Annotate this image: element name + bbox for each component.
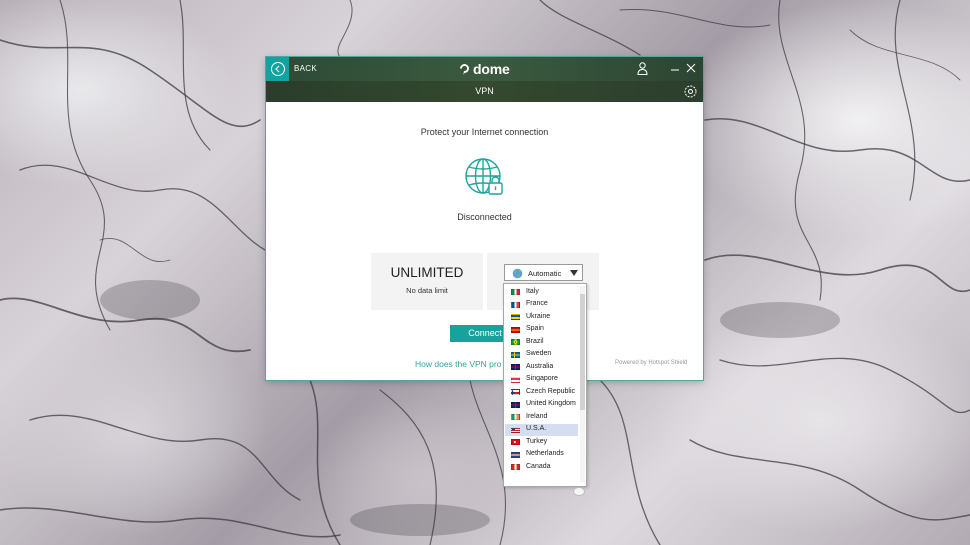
globe-lock-icon [465,158,503,195]
dropdown-item[interactable]: Australia [505,361,578,373]
dropdown-item[interactable]: Ukraine [505,311,578,323]
dropdown-item[interactable]: Sweden [505,349,578,361]
dropdown-item[interactable]: Ireland [505,411,578,423]
dropdown-item[interactable]: Brazil [505,336,578,348]
plan-subtitle: No data limit [406,286,448,295]
protect-heading: Protect your Internet connection [420,127,549,137]
dropdown-item-label: Canada [526,462,551,470]
dropdown-item-label: U.S.A. [526,425,547,432]
brand-logo: dome [459,61,510,77]
dome-logo-icon [460,64,469,75]
turkey-flag-icon [511,439,520,445]
sweden-flag-icon [511,351,520,358]
help-link[interactable]: How does the VPN pro [415,359,501,369]
dropdown-item-label: Ireland [526,412,548,420]
dropdown-item[interactable]: U.S.A. [505,423,578,436]
ireland-flag-icon [511,414,520,420]
canada-flag-icon [511,464,520,470]
close-icon[interactable] [685,62,697,74]
resize-handle[interactable] [573,487,585,496]
uk-flag-icon [511,401,520,408]
plan-title: UNLIMITED [390,265,464,280]
section-bar: VPN [266,81,703,102]
location-value: Automatic [528,269,562,278]
dropdown-item[interactable]: Czech Republic [505,386,578,398]
spain-flag-icon [511,326,520,333]
dropdown-item-label: Turkey [526,437,548,445]
usa-flag-icon [511,426,520,433]
section-title: VPN [475,86,494,96]
dropdown-item-label: France [526,300,548,307]
dropdown-item[interactable]: Italy [505,286,578,298]
dropdown-item-label: Australia [526,362,554,370]
dropdown-item-label: Czech Republic [526,387,576,395]
connection-status: Disconnected [457,212,512,222]
scroll-thumb[interactable] [580,294,585,410]
back-label[interactable]: BACK [294,64,317,73]
italy-flag-icon [511,289,520,295]
singapore-flag-icon [511,376,520,383]
brazil-flag-icon [511,339,520,345]
back-arrow-icon [270,62,285,76]
dropdown-item-label: Brazil [526,337,544,345]
dropdown-item[interactable]: United Kingdom [505,399,578,411]
dropdown-item[interactable]: Spain [505,324,578,336]
minimize-icon[interactable] [670,62,680,74]
dropdown-item[interactable]: France [505,299,578,311]
ukraine-flag-icon [511,314,520,320]
location-select[interactable]: Automatic [504,264,583,281]
settings-gear-icon[interactable] [683,84,698,99]
dropdown-item-label: Netherlands [526,450,564,457]
globe-icon [512,268,523,279]
title-bar: BACK dome [266,57,703,81]
location-dropdown-list: Italy France Ukraine Spain Brazil Sweden Austr… [503,283,587,487]
dropdown-item-label: Italy [526,287,539,295]
dropdown-item-label: Sweden [526,350,552,357]
czech-flag-icon [511,389,520,395]
dropdown-arrow-icon [570,270,578,276]
australia-flag-icon [511,364,520,370]
powered-by-text: Powered by Hotspot Shield [615,360,688,366]
dropdown-scrollbar[interactable] [580,286,585,482]
dropdown-item[interactable]: Turkey [505,436,578,448]
user-icon[interactable] [637,62,648,75]
dropdown-item[interactable]: Canada [505,461,578,473]
france-flag-icon [511,301,520,308]
dropdown-item-label: Spain [526,325,544,332]
dropdown-item[interactable]: Singapore [505,374,578,386]
app-window: BACK dome VPN Protect your Internet conn… [266,57,703,380]
dropdown-item[interactable]: Netherlands [505,449,578,461]
dropdown-item-label: United Kingdom [526,400,576,407]
brand-name: dome [473,61,510,77]
data-limit-card: UNLIMITED No data limit [371,253,483,310]
netherlands-flag-icon [511,451,520,458]
back-button[interactable] [266,57,289,81]
dropdown-item-label: Ukraine [526,312,551,320]
dropdown-item-label: Singapore [526,375,558,382]
